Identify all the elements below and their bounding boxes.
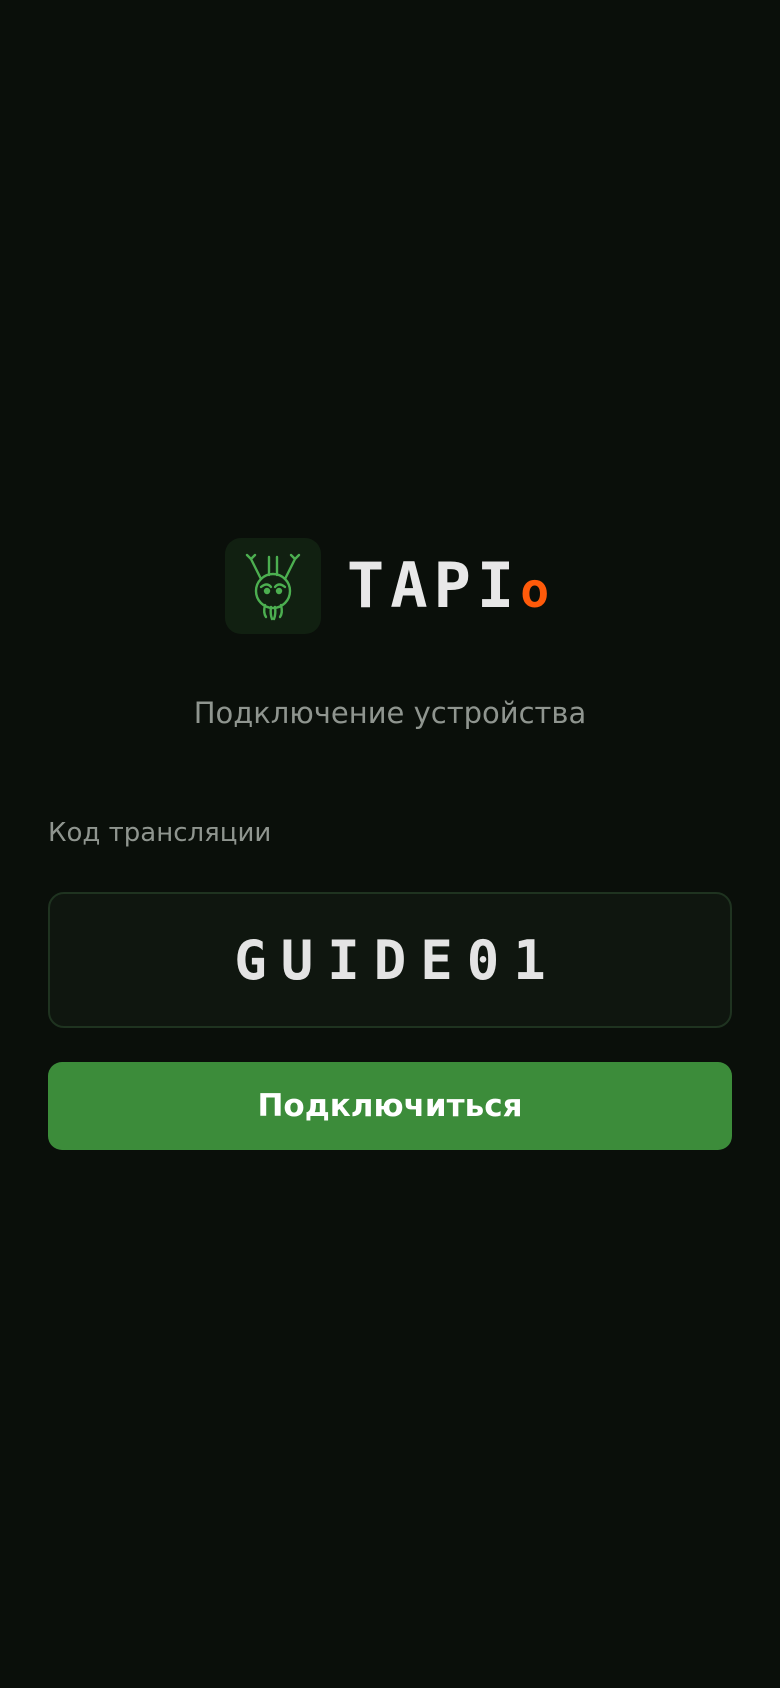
code-field-label: Код трансляции (48, 818, 272, 848)
brand-header: TAPI o (0, 538, 780, 634)
page-subtitle: Подключение устройства (193, 696, 587, 730)
skull-antlers-icon (245, 553, 301, 621)
broadcast-code-input[interactable] (48, 892, 732, 1028)
brand-wordmark: TAPI o (347, 555, 555, 617)
connect-button[interactable]: Подключиться (48, 1062, 732, 1150)
brand-name: TAPI (346, 549, 521, 622)
brand-accent-letter: o (520, 563, 556, 619)
app-logo (224, 538, 321, 634)
